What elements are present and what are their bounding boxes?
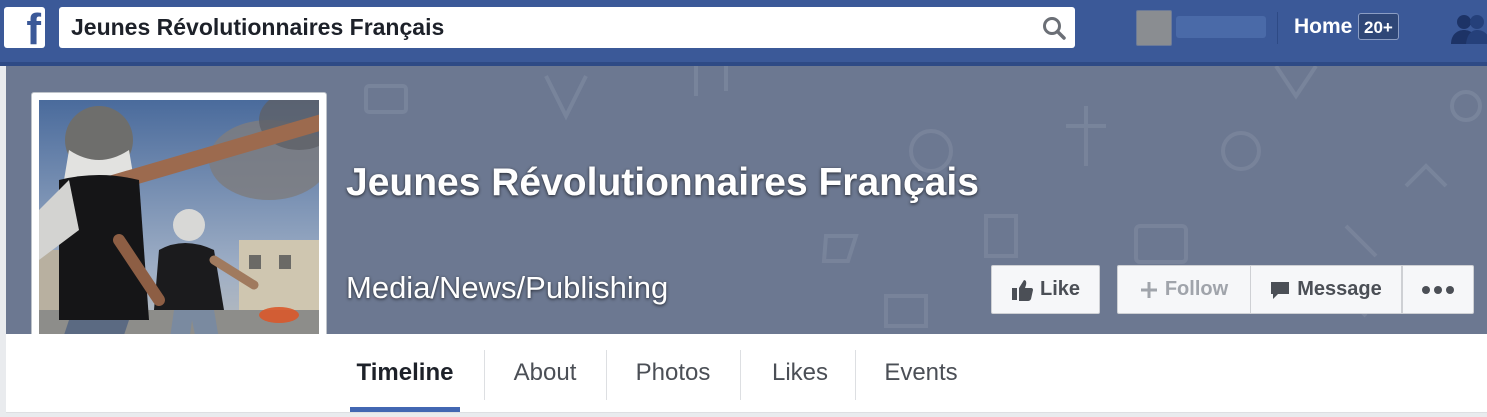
user-name-redacted[interactable]: [1176, 16, 1266, 38]
nav-divider: [1277, 12, 1278, 44]
search-box[interactable]: [59, 7, 1075, 48]
friends-icon[interactable]: [1450, 10, 1487, 46]
tab-likes[interactable]: Likes: [752, 334, 848, 412]
user-avatar[interactable]: [1136, 10, 1172, 46]
tab-photos[interactable]: Photos: [618, 334, 728, 412]
thumbs-up-icon: [1011, 279, 1033, 301]
message-button[interactable]: Message: [1250, 265, 1402, 314]
message-icon: [1271, 281, 1290, 299]
more-dots-icon: [1422, 285, 1454, 294]
page-category[interactable]: Media/News/Publishing: [346, 268, 668, 308]
tab-divider: [484, 350, 485, 400]
like-button[interactable]: Like: [991, 265, 1100, 314]
search-icon[interactable]: [1041, 15, 1067, 41]
notification-badge[interactable]: 20+: [1358, 13, 1399, 40]
tab-about[interactable]: About: [496, 334, 594, 412]
like-label: Like: [1039, 278, 1081, 300]
more-options-button[interactable]: [1402, 265, 1474, 314]
plus-icon: [1140, 281, 1157, 298]
facebook-logo-icon[interactable]: f: [4, 7, 45, 52]
follow-label: Follow: [1164, 278, 1229, 300]
tab-divider: [606, 350, 607, 400]
follow-button[interactable]: Follow: [1117, 265, 1250, 314]
home-link[interactable]: Home: [1294, 14, 1352, 40]
tab-divider: [740, 350, 741, 400]
search-input[interactable]: [59, 7, 1019, 48]
message-label: Message: [1297, 278, 1382, 300]
page-title: Jeunes Révolutionnaires Français: [346, 161, 979, 204]
top-navigation-bar: f Home 20+: [0, 0, 1487, 66]
tab-timeline[interactable]: Timeline: [350, 334, 460, 412]
tab-events[interactable]: Events: [866, 334, 976, 412]
tab-divider: [855, 350, 856, 400]
page-tabs: Timeline About Photos Likes Events: [6, 334, 1487, 413]
